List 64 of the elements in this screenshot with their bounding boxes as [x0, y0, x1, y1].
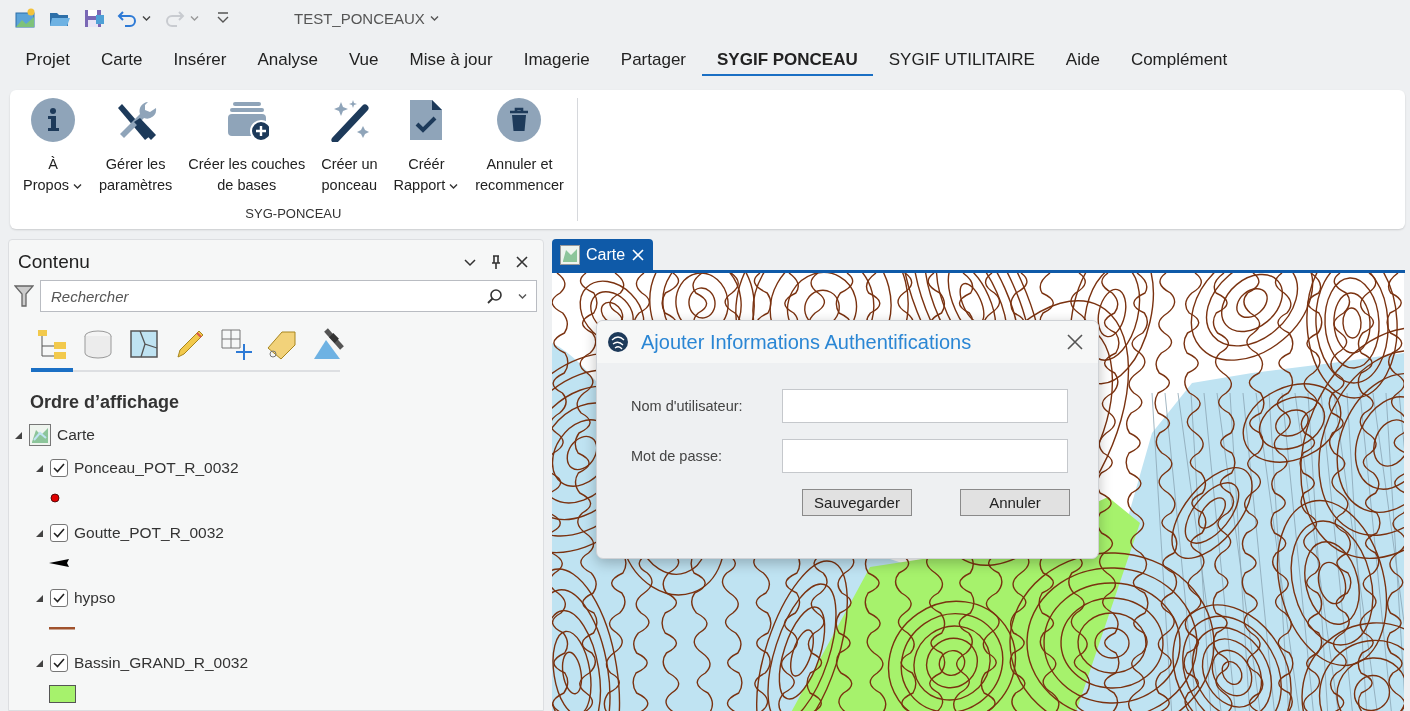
input-field[interactable] — [782, 439, 1068, 473]
menu-tab[interactable]: Insérer — [158, 44, 242, 76]
input-field[interactable] — [782, 389, 1068, 423]
menu-tab[interactable]: Aide — [1050, 44, 1116, 76]
layer-name[interactable]: hypso — [74, 588, 116, 607]
menu-tab[interactable]: Partager — [605, 44, 702, 76]
dialog-button[interactable]: Sauvegarder — [802, 489, 912, 516]
map-name[interactable]: Carte — [57, 426, 95, 445]
trash-icon — [497, 98, 542, 142]
close-icon[interactable] — [631, 247, 646, 262]
dialog-title: Ajouter Informations Authentifications — [641, 330, 973, 354]
menu-tab[interactable]: Analyse — [241, 44, 334, 76]
ribbon-button[interactable]: À Propos — [16, 98, 90, 196]
dialog-button[interactable]: Annuler — [960, 489, 1070, 516]
ribbon-button[interactable]: Gérer les paramètres — [91, 98, 180, 196]
menu-tab[interactable]: Imagerie — [508, 44, 606, 76]
checkmark-icon — [52, 461, 66, 475]
menu-tab[interactable]: Mise à jour — [394, 44, 509, 76]
chevron-down-icon — [428, 13, 440, 23]
map-tab[interactable]: Carte — [552, 239, 654, 270]
grid-plus-icon — [218, 326, 254, 363]
chevron-down-icon — [189, 13, 200, 23]
ribbon-button[interactable]: Créer les couches de bases — [181, 98, 313, 196]
map-icon — [29, 424, 51, 447]
search-box[interactable]: Rechercher — [40, 280, 537, 313]
menu-tab[interactable]: Projet — [10, 44, 86, 76]
field-label: Mot de passe: — [631, 448, 724, 464]
ribbon-button[interactable]: Annuler et recommencer — [468, 98, 571, 196]
ribbon-button[interactable]: Créer un ponceau — [314, 98, 385, 196]
layer-name[interactable]: Bassin_GRAND_R_0032 — [74, 653, 249, 672]
section-heading: Ordre d’affichage — [30, 392, 181, 414]
chevron-down-icon — [141, 13, 152, 23]
expanded-triangle-icon — [14, 430, 23, 441]
visibility-checkbox[interactable] — [50, 523, 68, 542]
visibility-checkbox[interactable] — [50, 653, 68, 672]
layer-name[interactable]: Goutte_POT_R_0032 — [74, 523, 224, 542]
ribbon-button[interactable]: Créér Rapport — [386, 98, 467, 196]
app-logo-icon — [607, 331, 629, 353]
pane-title: Contenu — [18, 251, 91, 274]
visibility-checkbox[interactable] — [50, 588, 68, 607]
menu-tab[interactable]: Complément — [1115, 44, 1243, 76]
checkmark-icon — [52, 526, 66, 540]
checkmark-icon — [52, 591, 66, 605]
save-icon — [82, 7, 104, 29]
field-label: Nom d'utilisateur: — [631, 398, 744, 414]
checkmark-icon — [52, 656, 66, 670]
menu-tab[interactable]: Carte — [85, 44, 158, 76]
filter-icon[interactable] — [14, 284, 34, 309]
search-field[interactable]: Rechercher — [49, 281, 486, 312]
pin-icon — [489, 254, 503, 271]
project-title-dropdown[interactable]: TEST_PONCEAUX — [294, 9, 440, 27]
expanded-toggle[interactable] — [14, 430, 23, 441]
search-icon[interactable] — [486, 287, 503, 305]
info-icon — [30, 98, 75, 142]
dropdown-chevron-icon — [517, 291, 528, 302]
menu-tab[interactable]: SYGIF UTILITAIRE — [873, 44, 1051, 76]
ribbon-group-label: SYG-PONCEAU — [244, 206, 343, 221]
map-icon — [560, 244, 580, 265]
menu-tab[interactable]: SYGIF PONCEAU — [701, 44, 874, 76]
layer-name[interactable]: Ponceau_POT_R_0032 — [74, 458, 239, 477]
menu-tab[interactable]: Vue — [333, 44, 395, 76]
visibility-checkbox[interactable] — [50, 458, 68, 477]
new-project-icon — [14, 7, 36, 29]
close-icon — [1066, 333, 1084, 351]
